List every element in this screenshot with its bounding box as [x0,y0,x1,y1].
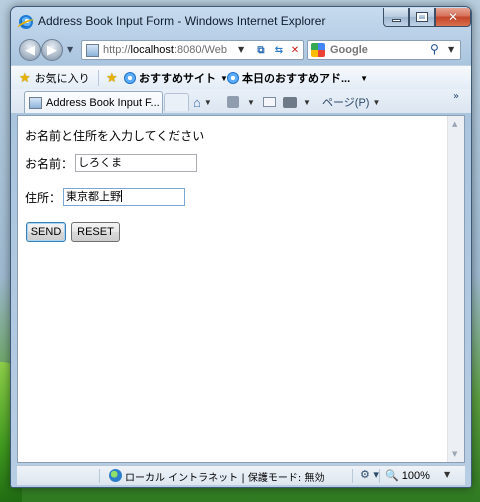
send-button[interactable]: SEND [26,222,66,242]
print-button[interactable]: ▼ [283,94,311,110]
close-icon: ✕ [447,10,459,24]
feeds-button[interactable]: ▼ [227,94,255,110]
chevron-down-icon: ▼ [372,97,381,107]
search-icon[interactable]: ⚲ [430,42,439,56]
address-label: 住所： [25,190,62,205]
new-tab-button[interactable] [164,93,189,111]
forward-button[interactable]: ▶ [41,39,63,61]
fav-item-label: 本日のおすすめアド... [242,73,351,85]
status-divider [99,469,100,483]
page-icon [29,96,42,109]
minimize-button[interactable] [383,8,409,27]
mail-icon [263,97,276,107]
scroll-up-icon[interactable]: ▲ [452,120,457,128]
name-row: お名前： しろくま [25,154,198,172]
favorites-star-icon: ★ [19,70,31,85]
vertical-scrollbar[interactable]: ▲ ▼ [447,116,464,462]
status-divider [352,469,353,483]
search-placeholder: Google [330,44,368,56]
home-button[interactable]: ⌂ ▼ [193,94,212,110]
chevron-down-icon: ▼ [203,97,212,107]
chevron-down-icon: ▼ [360,73,369,83]
url-field[interactable]: http://localhost:8080/Web [103,44,235,56]
window-title: Address Book Input Form - Windows Intern… [38,14,326,28]
toolbar-overflow-icon[interactable]: » [453,91,459,102]
add-favorites-button[interactable]: ★ [106,70,122,86]
forward-icon: ▶ [47,42,57,58]
address-input[interactable]: 東京都上野 [63,188,186,206]
search-options-dropdown[interactable]: ▼ [448,45,454,54]
home-icon: ⌂ [193,94,201,110]
page-menu-label: ページ(P) [322,97,370,109]
name-label: お名前： [25,156,74,171]
page-menu-button[interactable]: ページ(P) ▼ [322,94,380,110]
favorites-separator [98,70,99,86]
back-icon: ◀ [25,42,35,58]
page-heading: お名前と住所を入力してください [25,129,205,143]
tab-bar: Address Book Input F... ⌂ ▼ ▼ ▼ ページ(P) ▼… [11,89,471,113]
fav-item-label: おすすめサイト [139,73,216,85]
close-button[interactable]: ✕ [435,8,471,27]
fav-item-recommended-sites[interactable]: おすすめサイト ▼ [124,70,228,86]
name-input[interactable]: しろくま [75,154,198,172]
feeds-icon [227,96,239,108]
status-bar: ローカル イントラネット | 保護モード: 無効 ⚙ ▾ 🔍 100% ▼ [17,465,465,485]
zoom-icon[interactable]: ⚙ ▾ [360,468,379,481]
ie-page-icon [124,72,136,84]
back-button[interactable]: ◀ [19,39,41,61]
address-bar[interactable]: http://localhost:8080/Web ▼ ⧉ ⇆ ✕ [81,40,304,60]
chevron-down-icon: ▼ [303,97,311,107]
search-box[interactable]: Google ⚲ ▼ [307,40,461,60]
globe-icon [109,469,122,482]
ie-page-icon [227,72,239,84]
title-bar[interactable]: Address Book Input Form - Windows Intern… [11,7,471,35]
page-icon [86,44,99,57]
favorites-label: お気に入り [34,73,90,85]
security-zone-text[interactable]: ローカル イントラネット | 保護モード: 無効 [125,469,324,484]
reset-button[interactable]: RESET [71,222,120,242]
compat-view-icon[interactable]: ⧉ [253,43,269,58]
add-favorites-icon: ★ [106,70,118,85]
minimize-icon [391,18,401,22]
favorites-bar: ★ お気に入り ★ おすすめサイト ▼ 本日のおすすめアド... ▼ [11,65,471,89]
chevron-down-icon: ▼ [247,97,255,107]
tab-label: Address Book Input F... [46,96,160,109]
address-dropdown[interactable]: ▼ [238,45,244,54]
maximize-button[interactable] [409,8,435,27]
mail-button[interactable] [263,94,276,110]
address-row: 住所： 東京都上野 [25,188,186,206]
refresh-icon[interactable]: ⇆ [271,43,287,58]
google-icon [311,43,325,57]
fav-item-daily-addons[interactable]: 本日のおすすめアド... ▼ [227,70,368,86]
scroll-down-icon[interactable]: ▼ [452,450,457,458]
print-icon [283,96,297,108]
status-divider [379,469,380,483]
browser-window: Address Book Input Form - Windows Intern… [10,6,472,488]
maximize-icon [416,12,428,22]
page-content: お名前と住所を入力してください お名前： しろくま 住所： 東京都上野 SEND… [17,115,465,463]
zoom-level[interactable]: 🔍 100% [385,469,430,482]
favorites-button[interactable]: ★ お気に入り [19,70,90,86]
text-caret [121,190,123,202]
ie-logo-icon [19,15,33,29]
stop-icon[interactable]: ✕ [287,43,303,58]
recent-pages-dropdown[interactable]: ▼ [67,45,73,54]
navigation-bar: ◀ ▶ ▼ http://localhost:8080/Web ▼ ⧉ ⇆ ✕ … [11,37,471,63]
tab-address-book[interactable]: Address Book Input F... [24,91,163,113]
zoom-dropdown[interactable]: ▼ [444,470,450,479]
